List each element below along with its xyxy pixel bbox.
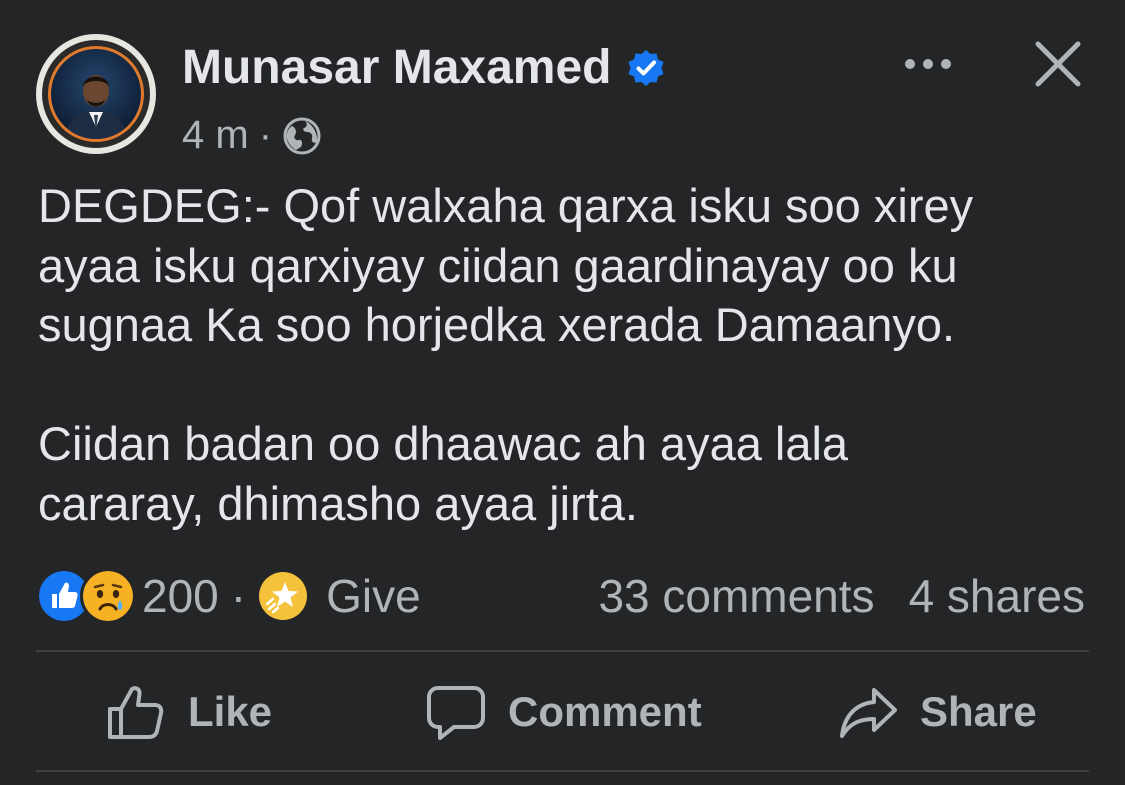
reaction-count[interactable]: 200 (142, 569, 219, 623)
share-label: Share (920, 688, 1037, 735)
share-button[interactable]: Share (838, 660, 1037, 764)
give-label[interactable]: Give (326, 569, 421, 623)
close-icon (1035, 41, 1081, 87)
globe-icon (283, 117, 321, 154)
reactions-summary[interactable]: 200 · Give (36, 566, 421, 626)
comment-label: Comment (508, 688, 702, 735)
post-meta: 4 m · (182, 113, 322, 158)
engagement-stats: 33 comments 4 shares (598, 566, 1085, 626)
meta-separator: · (258, 113, 273, 157)
avatar-photo (48, 46, 144, 142)
sad-reaction-icon (80, 568, 136, 624)
reaction-separator: · (230, 570, 247, 622)
avatar-ring (42, 40, 150, 148)
post-paragraph: DEGDEG:- Qof walxaha qarxa isku soo xire… (38, 179, 974, 351)
person-silhouette-icon (65, 75, 127, 139)
divider (36, 650, 1089, 652)
like-label: Like (188, 688, 273, 735)
author-name[interactable]: Munasar Maxamed (182, 40, 612, 95)
share-arrow-icon (840, 688, 897, 738)
give-star-icon[interactable] (258, 571, 308, 621)
reaction-icons (36, 568, 136, 624)
avatar[interactable] (36, 34, 156, 154)
verified-badge-icon (628, 49, 663, 86)
divider (36, 770, 1089, 772)
comment-button[interactable]: Comment (426, 660, 702, 764)
post-actions: Like Comment Share (36, 660, 1089, 764)
like-button[interactable]: Like (106, 660, 272, 764)
more-options-button[interactable] (898, 44, 958, 84)
post-paragraph: Ciidan badan oo dhaawac ah ayaa lala car… (38, 417, 849, 530)
more-dots-icon (905, 59, 951, 69)
author-row: Munasar Maxamed (182, 40, 666, 95)
post-timestamp[interactable]: 4 m (182, 113, 249, 158)
thumbs-up-icon (108, 686, 164, 739)
post-body: DEGDEG:- Qof walxaha qarxa isku soo xire… (38, 176, 1098, 533)
comment-bubble-icon (427, 686, 485, 740)
comments-count[interactable]: 33 comments (598, 569, 874, 623)
shares-count[interactable]: 4 shares (909, 569, 1085, 623)
close-button[interactable] (1032, 38, 1084, 90)
facebook-post: Munasar Maxamed 4 m · DEGDEG:- Qof walxa… (0, 0, 1125, 785)
